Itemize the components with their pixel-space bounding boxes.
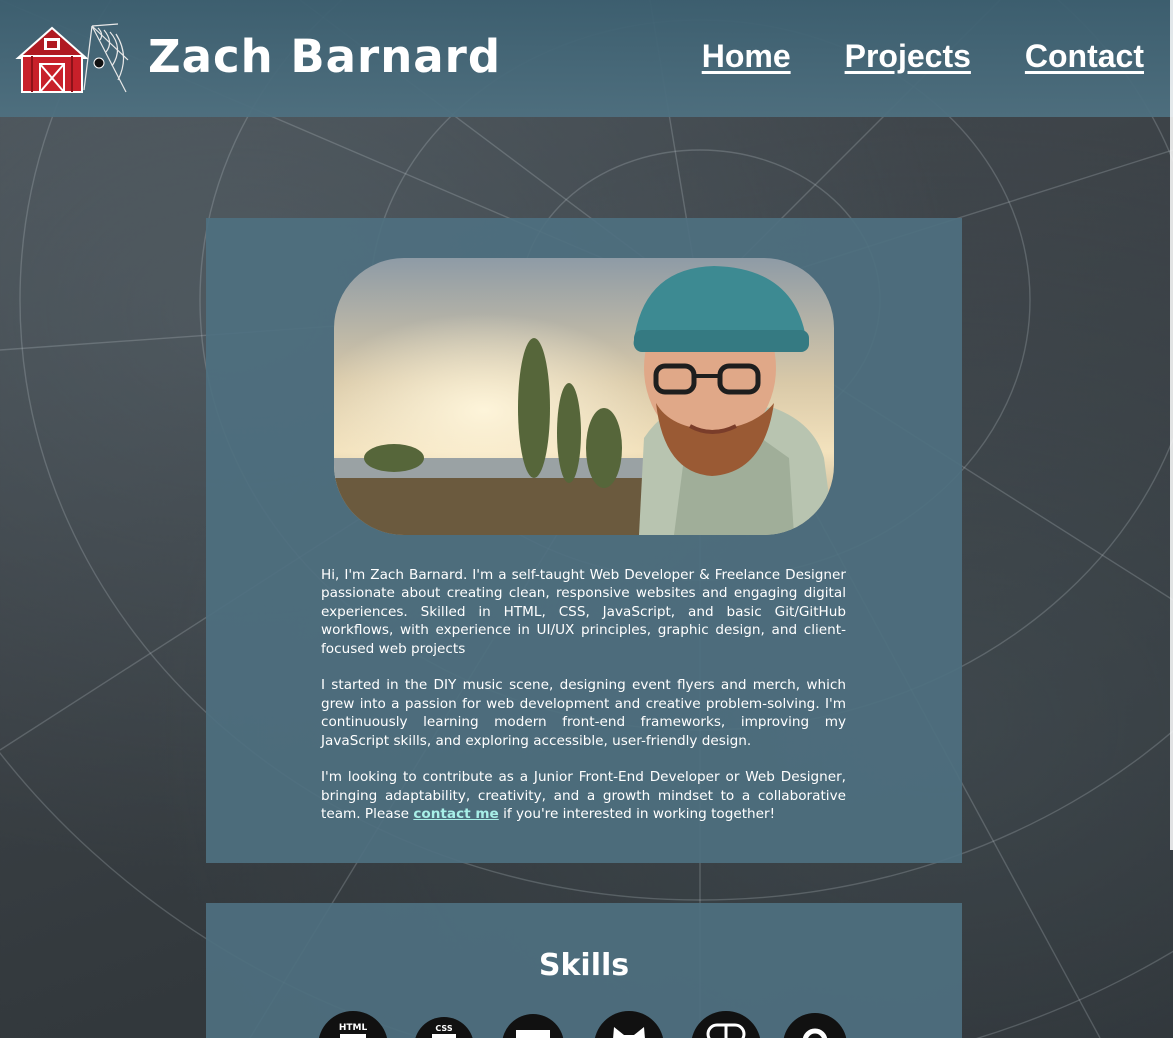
figma-icon [691, 1011, 761, 1038]
skills-card: Skills HTML CSS [206, 903, 962, 1038]
nav-contact-link[interactable]: Contact [1025, 38, 1144, 75]
bio-paragraph: Hi, I'm Zach Barnard. I'm a self-taught … [321, 567, 846, 657]
skills-title: Skills [538, 948, 630, 983]
bio-paragraph: I started in the DIY music scene, design… [321, 677, 846, 749]
profile-photo [334, 258, 834, 535]
html-icon-label: HTML [339, 1023, 368, 1033]
html-icon: HTML [318, 1011, 388, 1038]
bio-text-span: if you're interested in working together… [498, 806, 776, 823]
bio-paragraph: I'm looking to contribute as a Junior Fr… [321, 768, 846, 823]
nav-projects-link[interactable]: Projects [845, 38, 971, 75]
nav-home-link[interactable]: Home [702, 38, 791, 75]
css-icon-label: CSS [435, 1024, 452, 1033]
about-card: Hi, I'm Zach Barnard. I'm a self-taught … [206, 218, 962, 863]
contact-me-link[interactable]: contact me [413, 806, 498, 822]
location-icon [783, 1013, 847, 1038]
main-nav: Home Projects Contact [702, 38, 1144, 75]
barn-spiderweb-logo[interactable] [14, 20, 130, 96]
javascript-icon [502, 1014, 564, 1038]
github-icon [594, 1011, 664, 1038]
bio-text: Hi, I'm Zach Barnard. I'm a self-taught … [321, 566, 846, 842]
site-header: Zach Barnard Home Projects Contact [0, 0, 1173, 117]
site-title: Zach Barnard [148, 30, 502, 83]
css-icon: CSS [414, 1017, 474, 1038]
